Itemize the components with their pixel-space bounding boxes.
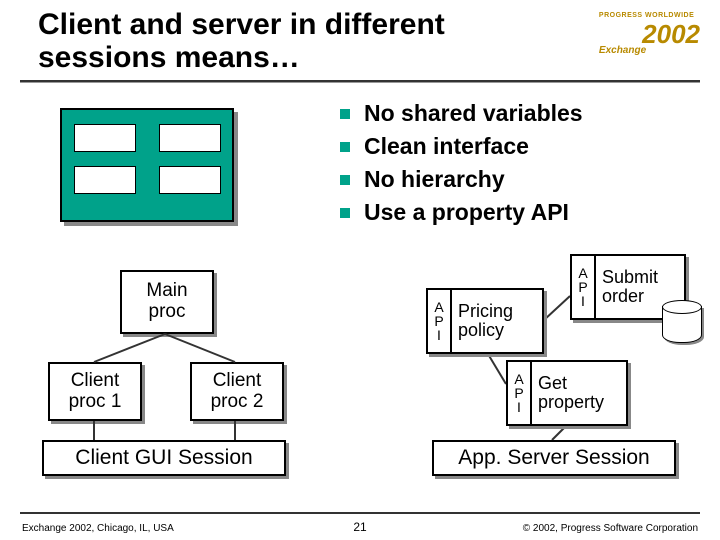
client-session-label: Client GUI Session bbox=[42, 440, 286, 476]
box-line: Get bbox=[538, 374, 620, 393]
api-side-label: A P I bbox=[508, 362, 532, 424]
bullet-icon bbox=[340, 142, 350, 152]
bullet-list: No shared variables Clean interface No h… bbox=[340, 100, 583, 232]
footer-right: © 2002, Progress Software Corporation bbox=[523, 523, 698, 534]
box-line: Submit bbox=[602, 268, 678, 287]
box-line: proc 2 bbox=[192, 392, 282, 413]
api-side-label: A P I bbox=[572, 256, 596, 318]
api-a: A bbox=[514, 372, 523, 386]
bullet-icon bbox=[340, 208, 350, 218]
api-a: A bbox=[578, 266, 587, 280]
brand-year: 2002 bbox=[642, 19, 700, 49]
title-divider bbox=[20, 80, 700, 82]
box-line: proc 1 bbox=[50, 392, 140, 413]
box-line: policy bbox=[458, 321, 536, 340]
database-icon bbox=[662, 300, 700, 344]
api-p: P bbox=[514, 386, 523, 400]
box-line: Main bbox=[122, 281, 212, 302]
box-line: Client bbox=[50, 371, 140, 392]
bullet-icon bbox=[340, 175, 350, 185]
slide-title-area: Client and server in different sessions … bbox=[38, 8, 568, 74]
brand-tagline: PROGRESS WORLDWIDE bbox=[599, 12, 700, 19]
box-line: proc bbox=[122, 302, 212, 323]
footer: Exchange 2002, Chicago, IL, USA 21 © 200… bbox=[0, 523, 720, 534]
bullet-text: Use a property API bbox=[364, 199, 569, 226]
bullet-text: No hierarchy bbox=[364, 166, 505, 193]
getprop-api-box: A P I Get property bbox=[506, 360, 628, 426]
client-proc1-box: Client proc 1 bbox=[48, 362, 142, 421]
api-i: I bbox=[517, 400, 521, 414]
api-i: I bbox=[581, 294, 585, 308]
decorative-grid bbox=[60, 108, 234, 222]
api-p: P bbox=[434, 314, 443, 328]
main-proc-box: Main proc bbox=[120, 270, 214, 334]
bullet-text: Clean interface bbox=[364, 133, 529, 160]
bullet-item: No hierarchy bbox=[340, 166, 583, 193]
pricing-api-box: A P I Pricing policy bbox=[426, 288, 544, 354]
server-session-label: App. Server Session bbox=[432, 440, 676, 476]
brand-logo: PROGRESS WORLDWIDE Exchange2002 bbox=[599, 12, 700, 50]
footer-left: Exchange 2002, Chicago, IL, USA bbox=[22, 523, 174, 534]
box-line: Client bbox=[192, 371, 282, 392]
footer-divider bbox=[20, 512, 700, 514]
api-p: P bbox=[578, 280, 587, 294]
bullet-item: Clean interface bbox=[340, 133, 583, 160]
api-i: I bbox=[437, 328, 441, 342]
bullet-item: No shared variables bbox=[340, 100, 583, 127]
bullet-item: Use a property API bbox=[340, 199, 583, 226]
api-a: A bbox=[434, 300, 443, 314]
bullet-text: No shared variables bbox=[364, 100, 583, 127]
api-side-label: A P I bbox=[428, 290, 452, 352]
page-number: 21 bbox=[353, 520, 366, 534]
box-line: Pricing bbox=[458, 302, 536, 321]
box-line: property bbox=[538, 393, 620, 412]
bullet-icon bbox=[340, 109, 350, 119]
slide-title: Client and server in different sessions … bbox=[38, 8, 568, 74]
brand-exchange: Exchange bbox=[599, 45, 646, 56]
api-main: Pricing policy bbox=[452, 290, 542, 352]
client-proc2-box: Client proc 2 bbox=[190, 362, 284, 421]
api-main: Get property bbox=[532, 362, 626, 424]
